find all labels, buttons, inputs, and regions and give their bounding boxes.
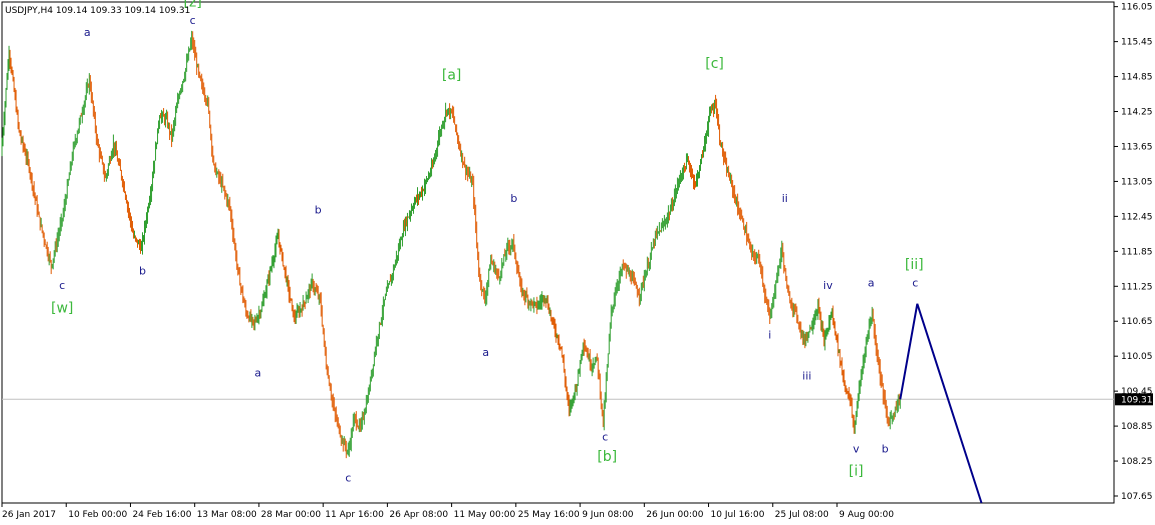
wave-label: [b] bbox=[597, 449, 617, 465]
time-tick-label: 25 May 16:00 bbox=[518, 510, 580, 520]
wave-label: ii bbox=[782, 192, 788, 205]
price-tick-label: 113.65 bbox=[1121, 142, 1153, 152]
wave-label: [c] bbox=[705, 56, 724, 72]
wave-label: a bbox=[84, 26, 91, 39]
wave-label: b bbox=[510, 192, 517, 205]
current-price-tag-label: 109.31 bbox=[1121, 395, 1153, 405]
price-tick-label: 115.45 bbox=[1121, 38, 1153, 48]
time-tick-label: 26 Jun 00:00 bbox=[646, 510, 703, 520]
time-tick-label: 10 Feb 00:00 bbox=[68, 510, 127, 520]
wave-label: [ii] bbox=[905, 257, 924, 273]
wave-label: c bbox=[59, 279, 65, 292]
price-tick-label: 116.05 bbox=[1121, 3, 1153, 13]
wave-label: iv bbox=[823, 279, 833, 292]
wave-label: [w] bbox=[51, 301, 73, 317]
time-tick-label: 9 Aug 00:00 bbox=[839, 510, 894, 520]
wave-label: [i] bbox=[849, 464, 864, 480]
price-tick-label: 108.25 bbox=[1121, 457, 1153, 467]
price-tick-label: 114.85 bbox=[1121, 73, 1153, 83]
chart-border bbox=[1, 1, 1115, 504]
wave-label: a bbox=[482, 346, 489, 359]
wave-label: iii bbox=[802, 369, 811, 382]
wave-label: b bbox=[139, 265, 146, 278]
time-tick-label: 24 Feb 16:00 bbox=[132, 510, 191, 520]
wave-label: c bbox=[912, 276, 918, 289]
time-tick-label: 11 May 00:00 bbox=[454, 510, 516, 520]
time-tick-label: 28 Mar 00:00 bbox=[261, 510, 321, 520]
wave-label: a bbox=[255, 367, 262, 380]
time-tick-label: 10 Jul 16:00 bbox=[711, 510, 765, 520]
chart-root: [z] a c [a] [c] c [w] b b a c b a c [b] ii i iv iii a v [i] b[… bbox=[0, 0, 1155, 525]
wave-label: [a] bbox=[442, 67, 462, 83]
price-axis: 116.05 115.45 114.85 114.25 113.65 113.05 112.… bbox=[1114, 3, 1153, 502]
time-tick-label: 9 Jun 08:00 bbox=[582, 510, 634, 520]
price-chart[interactable]: [z]ac[a][c]c[w]bbacbac[b]iiiiviiiav[i]b[… bbox=[0, 0, 1155, 525]
price-tick-label: 112.45 bbox=[1121, 212, 1153, 222]
wave-label: c bbox=[345, 471, 351, 484]
time-axis: 26 Jan 2017 10 Feb 00:00 24 Feb 16:00 13 Ma… bbox=[1, 503, 894, 520]
price-tick-label: 114.25 bbox=[1121, 108, 1153, 118]
time-tick-label: 26 Apr 08:00 bbox=[389, 510, 448, 520]
price-tick-label: 107.65 bbox=[1121, 492, 1153, 502]
wave-label: a bbox=[868, 276, 875, 289]
price-tick-label: 108.85 bbox=[1121, 422, 1153, 432]
time-tick-label: 11 Apr 16:00 bbox=[325, 510, 384, 520]
wave-label: b bbox=[315, 203, 322, 216]
wave-label: v bbox=[853, 442, 860, 455]
time-tick-label: 13 Mar 08:00 bbox=[197, 510, 257, 520]
symbol-header: USDJPY,H4 109.14 109.33 109.14 109.31 bbox=[5, 6, 190, 16]
wave-label: c bbox=[602, 431, 608, 444]
time-tick-label: 26 Jan 2017 bbox=[2, 510, 56, 520]
price-tick-label: 113.05 bbox=[1121, 177, 1153, 187]
wave-label: b bbox=[882, 442, 889, 455]
wave-label: i bbox=[768, 329, 771, 342]
price-tick-label: 110.05 bbox=[1121, 352, 1153, 362]
price-tick-label: 111.85 bbox=[1121, 247, 1153, 257]
price-tick-label: 111.25 bbox=[1121, 282, 1153, 292]
time-tick-label: 25 Jul 08:00 bbox=[775, 510, 829, 520]
wave-label: c bbox=[190, 14, 196, 27]
price-tick-label: 110.65 bbox=[1121, 317, 1153, 327]
